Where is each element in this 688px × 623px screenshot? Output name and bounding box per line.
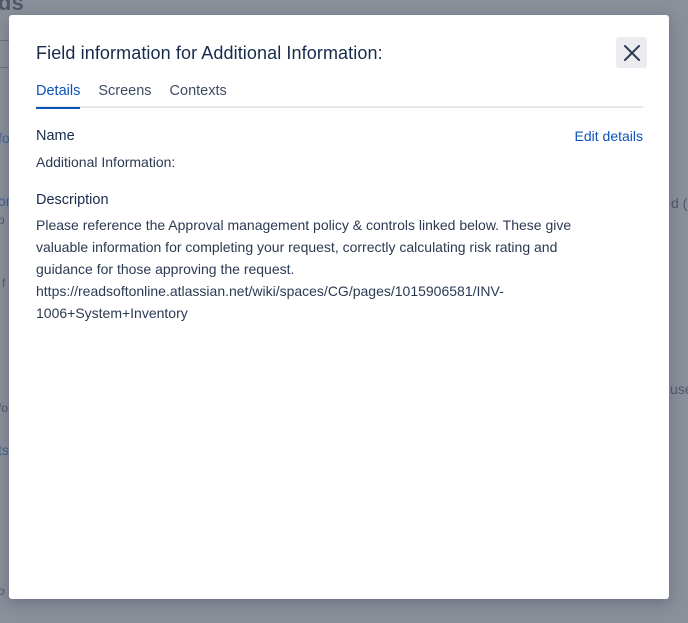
background-text-fragment: d (? [671, 195, 688, 211]
field-info-dialog: Field information for Additional Informa… [9, 15, 669, 599]
name-value: Additional Information: [36, 154, 176, 170]
tab-bar: Details Screens Contexts [36, 81, 643, 109]
description-line: Please reference the Approval management… [36, 217, 572, 233]
dialog-title: Field information for Additional Informa… [36, 43, 383, 63]
background-title-fragment: ds [0, 0, 24, 15]
description-link-line: https://readsoftonline.atlassian.net/wik… [36, 283, 504, 299]
background-text-fragment: f [2, 276, 6, 290]
tab-screens[interactable]: Screens [98, 81, 151, 106]
background-text-fragment: fo [0, 401, 9, 415]
close-icon [623, 44, 640, 61]
background-text-fragment: p [0, 213, 5, 227]
close-button[interactable] [616, 37, 647, 68]
background-text-fragment: ts [0, 442, 9, 458]
description-label: Description [36, 192, 109, 208]
description-line: valuable information for completing your… [36, 239, 558, 255]
description-text: Please reference the Approval management… [36, 214, 626, 324]
edit-details-link[interactable]: Edit details [575, 128, 643, 144]
description-link-line: 1006+System+Inventory [36, 305, 188, 321]
name-label: Name [36, 128, 75, 144]
background-text-fragment: use [670, 381, 688, 397]
background-text-fragment: o [0, 584, 5, 598]
tab-contexts[interactable]: Contexts [170, 81, 227, 106]
description-line: guidance for those approving the request… [36, 261, 295, 277]
tab-details[interactable]: Details [36, 81, 81, 109]
